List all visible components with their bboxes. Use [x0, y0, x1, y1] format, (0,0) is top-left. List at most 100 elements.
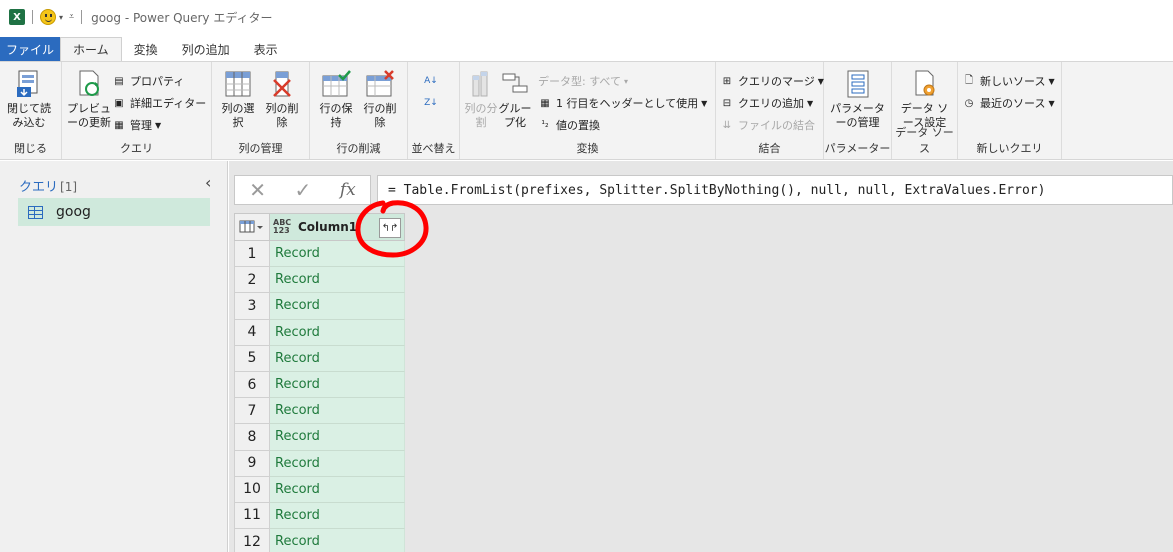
table-menu-button[interactable] — [234, 213, 270, 241]
record-cell[interactable]: Record — [270, 450, 405, 477]
main-area: ✕ ✓ fx = Table.FromList(prefixes, Splitt… — [229, 161, 1173, 552]
record-cell[interactable]: Record — [270, 502, 405, 530]
smiley-icon[interactable] — [40, 9, 56, 25]
query-count: [1] — [60, 180, 78, 194]
row-number[interactable]: 9 — [234, 450, 270, 477]
tab-file[interactable]: ファイル — [0, 37, 60, 61]
advanced-editor-button[interactable]: ▣ 詳細エディター — [112, 92, 210, 114]
table-row: 7 Record — [234, 398, 405, 425]
close-and-load-label: 閉じて読み込む — [7, 102, 51, 129]
sort-descending-button[interactable]: Z↓ — [424, 92, 446, 114]
ribbon-tabs: ファイル ホーム 変換 列の追加 表示 — [0, 37, 1173, 61]
chevron-down-icon: ▾ — [624, 76, 629, 86]
row-number[interactable]: 6 — [234, 371, 270, 399]
table-row: 10 Record — [234, 476, 405, 503]
use-first-row-as-headers-button[interactable]: ▦ 1 行目をヘッダーとして使用 ▼ — [538, 92, 711, 114]
new-source-button[interactable]: 🗋 新しいソース ▼ — [962, 70, 1059, 92]
record-cell[interactable]: Record — [270, 476, 405, 503]
new-source-icon: 🗋 — [964, 74, 974, 86]
collapse-panel-icon[interactable]: ‹ — [205, 173, 211, 192]
tab-transform[interactable]: 変換 — [122, 37, 170, 61]
sort-ascending-button[interactable]: A↓ — [424, 70, 446, 92]
table-row: 3 Record — [234, 293, 405, 320]
manage-button[interactable]: ▦ 管理 ▼ — [112, 114, 210, 136]
editor-icon: ▣ — [114, 97, 124, 109]
append-queries-button[interactable]: ⊟ クエリの追加 ▼ — [720, 92, 828, 114]
row-number[interactable]: 1 — [234, 241, 270, 268]
row-number[interactable]: 7 — [234, 398, 270, 425]
any-type-icon[interactable]: ABC 123 — [273, 219, 295, 235]
recent-sources-button[interactable]: ◷ 最近のソース ▼ — [962, 92, 1059, 114]
refresh-preview-label: プレビューの更新 — [67, 102, 111, 129]
row-number[interactable]: 3 — [234, 293, 270, 320]
formula-bar: ✕ ✓ fx = Table.FromList(prefixes, Splitt… — [234, 175, 1173, 205]
sort-ascending-icon: A↓ — [424, 76, 438, 86]
row-number[interactable]: 11 — [234, 502, 270, 530]
group-by-label: グループ化 — [498, 102, 532, 129]
remove-columns-label: 列の削除 — [265, 102, 299, 129]
customize-qat-icon[interactable]: ⩡ — [69, 12, 74, 22]
close-load-icon — [14, 69, 44, 99]
row-number[interactable]: 12 — [234, 529, 270, 552]
merge-icon: ⊞ — [722, 75, 732, 87]
group-sort: A↓ Z↓ 並べ替え — [408, 62, 460, 159]
tab-view[interactable]: 表示 — [242, 37, 290, 61]
column-header-column1[interactable]: ABC 123 Column1 ↰↱ — [270, 213, 405, 241]
row-number[interactable]: 8 — [234, 424, 270, 451]
table-rows: 1 Record 2 Record 3 Record 4 Record 5 Record 6 Reco… — [234, 241, 405, 552]
excel-icon[interactable]: X — [9, 9, 25, 25]
append-icon: ⊟ — [722, 97, 732, 109]
queries-panel: クエリ [1] ‹ goog — [0, 161, 228, 552]
fx-icon[interactable]: fx — [340, 180, 356, 200]
replace-values-button[interactable]: ¹₂ 値の置換 — [538, 114, 711, 136]
record-cell[interactable]: Record — [270, 345, 405, 372]
chevron-down-icon[interactable]: ▾ — [59, 13, 63, 22]
recent-sources-icon: ◷ — [964, 97, 974, 109]
formula-input[interactable]: = Table.FromList(prefixes, Splitter.Spli… — [377, 175, 1173, 205]
row-number[interactable]: 10 — [234, 476, 270, 503]
record-cell[interactable]: Record — [270, 424, 405, 451]
confirm-icon[interactable]: ✓ — [295, 178, 312, 202]
tab-add-column[interactable]: 列の追加 — [170, 37, 242, 61]
record-cell[interactable]: Record — [270, 371, 405, 399]
row-number[interactable]: 4 — [234, 319, 270, 346]
record-cell[interactable]: Record — [270, 319, 405, 346]
group-label-close: 閉じる — [14, 142, 47, 155]
group-label-new-query: 新しいクエリ — [976, 142, 1043, 155]
remove-columns-icon — [267, 69, 297, 99]
chevron-down-icon: ▼ — [701, 98, 708, 108]
data-grid: ABC 123 Column1 ↰↱ 1 Record 2 Record 3 Record 4… — [234, 213, 405, 552]
tab-home[interactable]: ホーム — [60, 37, 122, 61]
row-number[interactable]: 2 — [234, 267, 270, 294]
row-number[interactable]: 5 — [234, 345, 270, 372]
group-label-data-source: データ ソース — [895, 126, 954, 155]
record-cell[interactable]: Record — [270, 241, 405, 268]
properties-button[interactable]: ▤ プロパティ — [112, 70, 210, 92]
query-item-goog[interactable]: goog — [18, 198, 210, 226]
split-column-icon — [466, 69, 496, 99]
remove-rows-label: 行の削除 — [363, 102, 397, 129]
record-cell[interactable]: Record — [270, 293, 405, 320]
query-name: goog — [56, 204, 91, 220]
record-cell[interactable]: Record — [270, 398, 405, 425]
record-cell[interactable]: Record — [270, 529, 405, 552]
table-row: 4 Record — [234, 319, 405, 346]
ribbon: 閉じて読み込む 閉じる プレビューの更新 ▤ プロパティ ▣ 詳細エディター ▦ 管理… — [0, 61, 1173, 160]
chevron-down-icon: ▼ — [155, 120, 162, 130]
cancel-icon[interactable]: ✕ — [249, 178, 266, 202]
group-label-parameters: パラメーター — [824, 142, 891, 155]
merge-queries-button[interactable]: ⊞ クエリのマージ ▼ — [720, 70, 828, 92]
data-type-dropdown[interactable]: データ型: すべて ▾ — [538, 70, 711, 92]
group-label-sort: 並べ替え — [411, 142, 456, 155]
refresh-icon — [74, 69, 104, 99]
group-label-transform: 変換 — [576, 142, 599, 155]
record-cell[interactable]: Record — [270, 267, 405, 294]
table-icon — [28, 205, 43, 219]
chevron-down-icon: ▼ — [1048, 98, 1055, 108]
keep-rows-label: 行の保持 — [319, 102, 353, 129]
properties-icon: ▤ — [114, 75, 124, 87]
combine-files-button[interactable]: ⇊ ファイルの結合 — [720, 114, 828, 136]
sort-descending-icon: Z↓ — [424, 98, 438, 108]
expand-column-button[interactable]: ↰↱ — [379, 218, 401, 238]
replace-values-icon: ¹₂ — [541, 120, 549, 130]
